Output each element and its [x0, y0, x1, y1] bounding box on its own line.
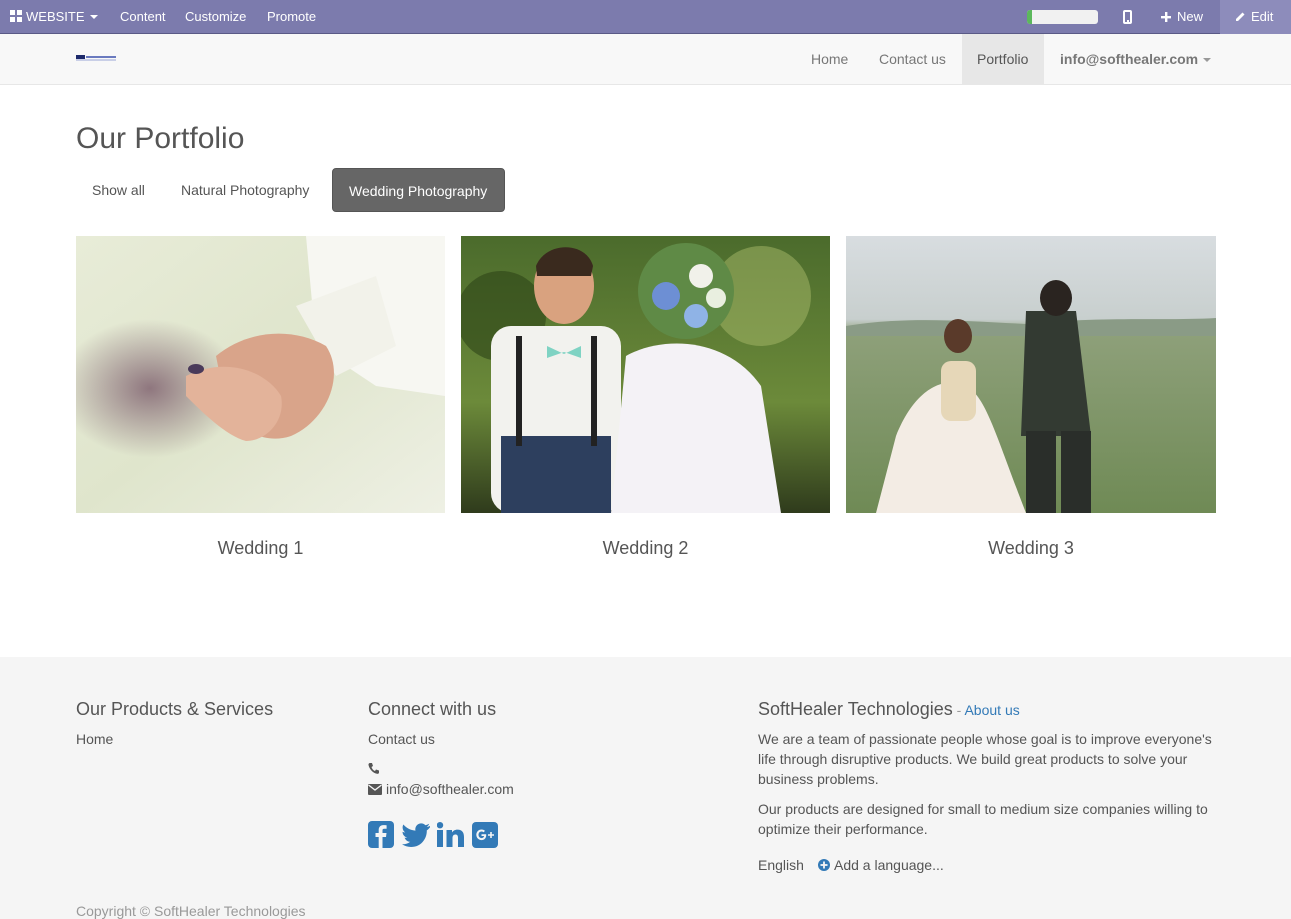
footer-connect-title: Connect with us [368, 699, 497, 719]
footer-email-text: info@softhealer.com [386, 781, 514, 797]
phone-icon [368, 763, 379, 774]
company-logo[interactable] [76, 54, 116, 61]
footer-about-paragraph-1: We are a team of passionate people whose… [758, 731, 1212, 787]
filter-wedding-photography[interactable]: Wedding Photography [332, 168, 505, 212]
content-menu[interactable]: Content [120, 0, 166, 34]
add-language-label: Add a language... [834, 857, 944, 873]
filter-show-all[interactable]: Show all [76, 168, 161, 212]
card-title-wedding-3[interactable]: Wedding 3 [846, 538, 1216, 559]
progress-fill [1027, 10, 1032, 24]
copyright-text: Copyright © SoftHealer Technologies [76, 903, 306, 919]
customize-menu[interactable]: Customize [185, 0, 246, 34]
user-menu-label: info@softhealer.com [1060, 51, 1199, 67]
card-title-wedding-2[interactable]: Wedding 2 [461, 538, 830, 559]
page-title: Our Portfolio [76, 122, 245, 155]
plus-circle-icon [818, 859, 830, 871]
editor-topbar: WEBSITE Content Customize Promote New Ed… [0, 0, 1291, 34]
filter-natural-photography[interactable]: Natural Photography [165, 168, 325, 212]
footer-about-heading: SoftHealer Technologies - About us [758, 699, 1020, 720]
nav-item-portfolio[interactable]: Portfolio [962, 34, 1044, 84]
website-menu[interactable]: WEBSITE [10, 0, 98, 34]
language-english-link[interactable]: English [758, 855, 804, 875]
holding-hands-photo[interactable] [76, 236, 445, 513]
mobile-preview-icon[interactable] [1123, 10, 1132, 24]
new-button[interactable]: New [1161, 0, 1203, 34]
footer-company-name: SoftHealer Technologies [758, 699, 953, 719]
chevron-down-icon [1203, 58, 1212, 62]
footer-about-separator: - [952, 702, 965, 718]
setup-progress-bar[interactable] [1027, 10, 1098, 24]
footer-link-about-us[interactable]: About us [964, 702, 1019, 718]
couple-walking-field-photo[interactable] [846, 236, 1216, 513]
edit-button-label: Edit [1251, 9, 1274, 24]
envelope-icon [368, 784, 382, 795]
footer-products-title: Our Products & Services [76, 699, 274, 719]
apps-grid-icon [10, 10, 22, 22]
website-menu-label: WEBSITE [26, 9, 85, 24]
google-plus-icon[interactable] [472, 822, 498, 848]
nav-item-contact-us[interactable]: Contact us [864, 34, 961, 84]
new-button-label: New [1177, 9, 1204, 24]
footer-about-paragraph-2: Our products are designed for small to m… [758, 801, 1208, 837]
linkedin-icon[interactable] [437, 822, 464, 847]
promote-menu[interactable]: Promote [267, 0, 316, 34]
facebook-icon[interactable] [368, 821, 394, 848]
card-title-wedding-1[interactable]: Wedding 1 [76, 538, 445, 559]
add-language-link[interactable]: Add a language... [818, 855, 944, 875]
nav-item-home[interactable]: Home [796, 34, 863, 84]
edit-button[interactable]: Edit [1235, 0, 1273, 34]
couple-with-bouquet-photo[interactable] [461, 236, 830, 513]
chevron-down-icon [89, 15, 98, 19]
site-navbar: Home Contact us Portfolio info@softheale… [0, 34, 1291, 85]
plus-icon [1161, 12, 1171, 22]
user-menu[interactable]: info@softhealer.com [1045, 34, 1226, 84]
pencil-icon [1236, 12, 1245, 21]
footer-email: info@softhealer.com [368, 779, 514, 799]
twitter-icon[interactable] [402, 823, 430, 847]
footer-link-home[interactable]: Home [76, 729, 113, 749]
footer-link-contact-us[interactable]: Contact us [368, 729, 435, 749]
